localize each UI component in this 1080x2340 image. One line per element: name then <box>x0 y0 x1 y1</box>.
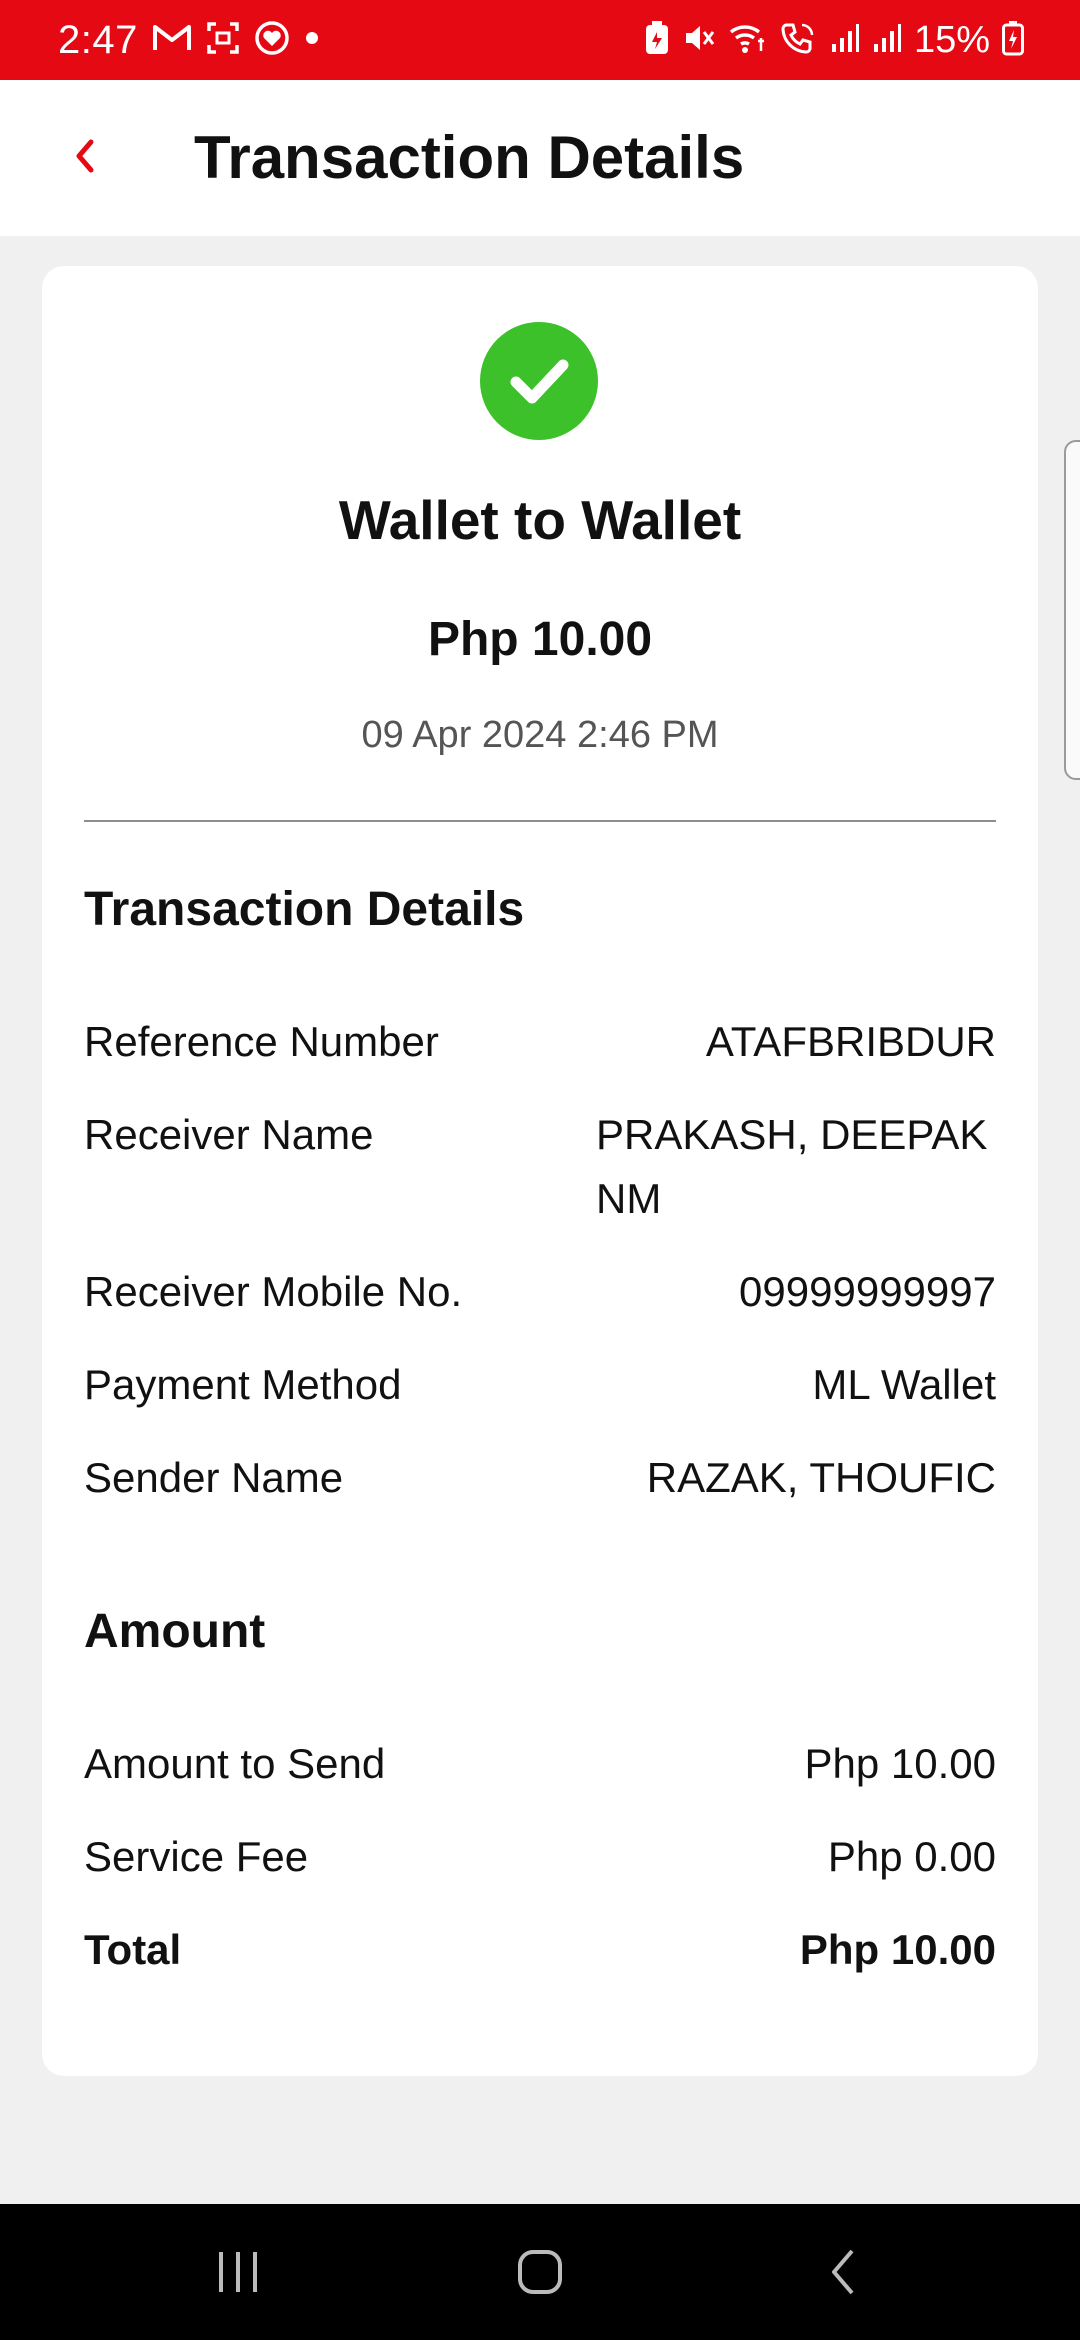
detail-label: Payment Method <box>84 1361 402 1408</box>
detail-value: RAZAK, THOUFIC <box>646 1454 996 1501</box>
total-value: Php 10.00 <box>799 1926 996 1973</box>
mute-icon <box>682 21 716 60</box>
transaction-amount: Php 10.00 <box>427 613 653 666</box>
detail-value: Php 0.00 <box>827 1833 996 1880</box>
detail-label: Receiver Name <box>84 1111 374 1158</box>
app-bar: Transaction Details <box>0 80 1080 236</box>
detail-label: Reference Number <box>84 1018 439 1065</box>
chevron-left-icon <box>69 134 99 183</box>
detail-value: ML Wallet <box>812 1361 996 1408</box>
wifi-calling-icon <box>728 21 768 60</box>
detail-label: Receiver Mobile No. <box>84 1268 463 1315</box>
heart-app-icon <box>254 20 290 61</box>
status-bar: 2:47 15% <box>0 0 1080 80</box>
transaction-type: Wallet to Wallet <box>338 489 742 551</box>
detail-label: Service Fee <box>84 1833 309 1880</box>
back-icon <box>825 2247 861 2302</box>
battery-saver-icon <box>644 20 670 61</box>
amount-section-title: Amount <box>84 1605 266 1658</box>
detail-label: Sender Name <box>84 1454 344 1501</box>
page-title: Transaction Details <box>194 124 745 191</box>
home-icon <box>515 2247 565 2302</box>
gmail-icon <box>152 22 192 59</box>
status-time: 2:47 <box>58 17 138 62</box>
home-button[interactable] <box>480 2236 600 2312</box>
signal-icon <box>872 22 902 59</box>
transaction-datetime: 09 Apr 2024 2:46 PM <box>361 714 719 756</box>
detail-value: 09999999997 <box>739 1268 996 1315</box>
battery-percent: 15% <box>913 18 990 61</box>
dot-icon <box>304 30 320 51</box>
transaction-details-title: Transaction Details <box>84 883 525 936</box>
recents-button[interactable] <box>178 2236 298 2312</box>
detail-value: ATAFBRIBDUR <box>705 1018 996 1065</box>
detail-label: Amount to Send <box>84 1740 386 1787</box>
battery-charging-icon <box>1002 20 1024 61</box>
recents-icon <box>213 2250 263 2299</box>
volte-call-icon <box>780 21 818 60</box>
signal-icon <box>830 22 860 59</box>
navigation-bar <box>0 2204 1080 2340</box>
divider <box>84 820 996 822</box>
detail-value: PRAKASH, DEEPAK NM <box>596 1111 988 1222</box>
detail-value: Php 10.00 <box>804 1740 996 1787</box>
status-system-icons: 15% <box>644 0 1024 80</box>
check-circle-icon <box>480 322 598 440</box>
transaction-card: Wallet to Wallet Php 10.00 09 Apr 2024 2… <box>42 266 1038 2076</box>
total-label: Total <box>84 1926 182 1973</box>
scroll-handle[interactable] <box>1064 440 1080 780</box>
system-back-button[interactable] <box>783 2236 903 2312</box>
screenshot-icon <box>206 21 240 60</box>
back-button[interactable] <box>48 120 120 196</box>
status-notification-icons <box>152 20 320 61</box>
